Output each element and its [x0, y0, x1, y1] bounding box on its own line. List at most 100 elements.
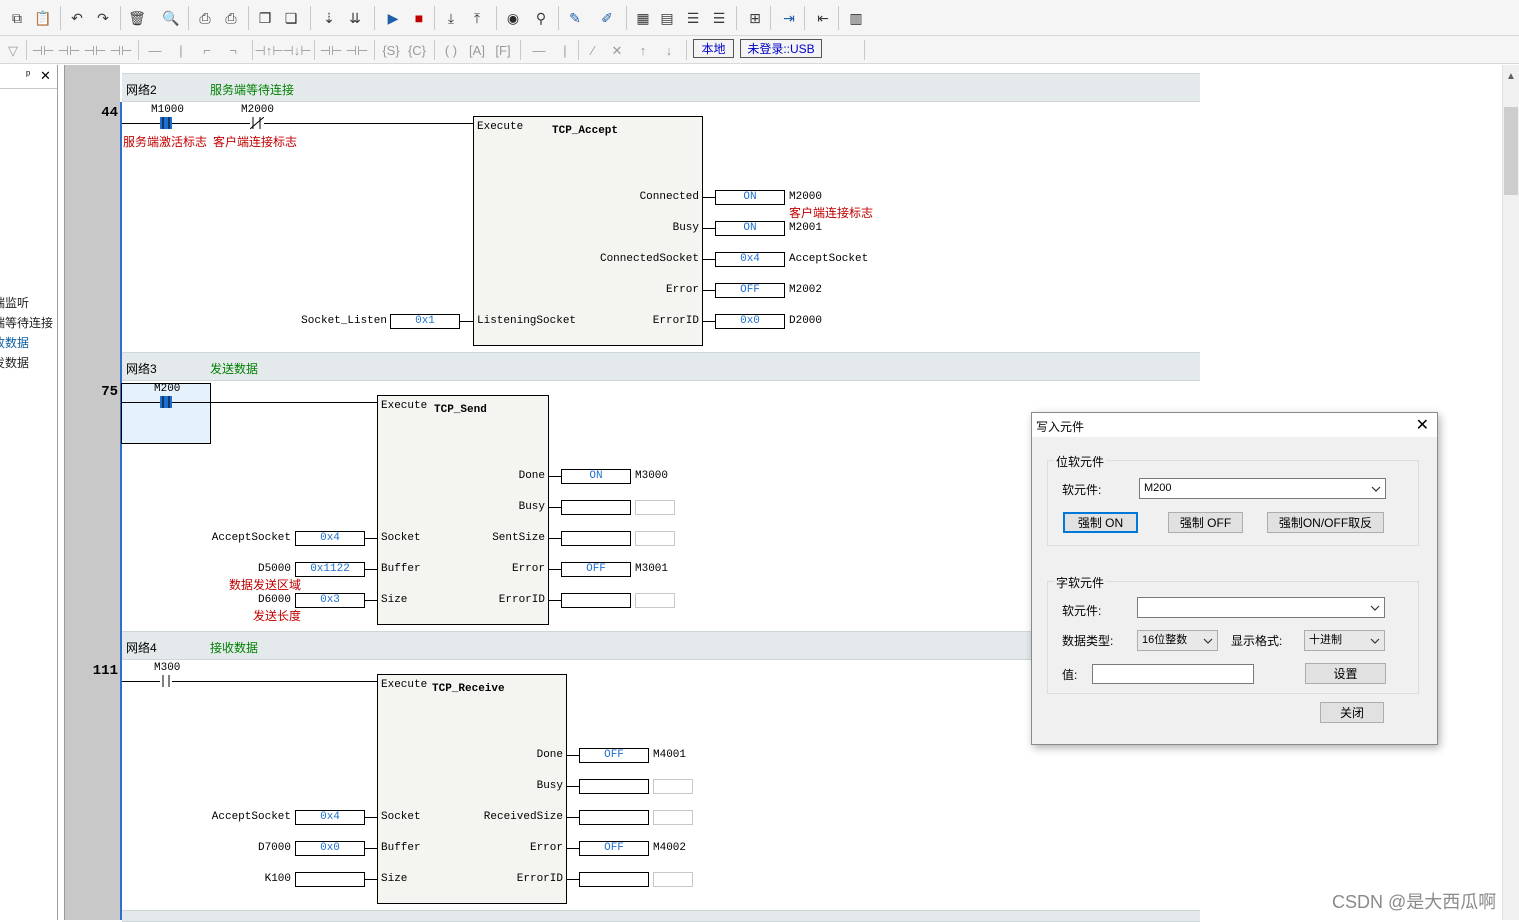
- tree-item-listen[interactable]: 端监听: [0, 294, 29, 311]
- run-icon[interactable]: ▶: [382, 7, 404, 29]
- parallel-nc-icon[interactable]: ⊣⊢: [110, 39, 133, 61]
- force-off-button[interactable]: 强制 OFF: [1168, 512, 1243, 533]
- coil-icon[interactable]: ( ): [440, 39, 462, 61]
- library-icon[interactable]: ▥: [845, 7, 867, 29]
- scroll-thumb[interactable]: [1504, 107, 1518, 195]
- value-box[interactable]: ON: [715, 190, 785, 205]
- value-box[interactable]: 0x0: [295, 841, 365, 856]
- target-box[interactable]: [635, 593, 675, 608]
- target-box[interactable]: [635, 531, 675, 546]
- target-box[interactable]: [653, 779, 693, 794]
- table-icon[interactable]: ▦: [632, 7, 654, 29]
- value-box[interactable]: ON: [715, 221, 785, 236]
- contact-selected[interactable]: [160, 396, 172, 408]
- set-coil-icon[interactable]: {S}: [380, 39, 402, 61]
- vertical-line-icon[interactable]: |: [554, 39, 576, 61]
- value-box[interactable]: [579, 872, 649, 887]
- value-box[interactable]: OFF: [579, 841, 649, 856]
- value-box[interactable]: 0x1: [390, 314, 460, 329]
- value-box[interactable]: OFF: [579, 748, 649, 763]
- undo-icon[interactable]: ↶: [66, 7, 88, 29]
- horizontal-line-icon[interactable]: —: [528, 39, 550, 61]
- stop-icon[interactable]: ■: [408, 7, 430, 29]
- nc-contact-icon[interactable]: ⊣⊢: [58, 39, 81, 61]
- vertical-scrollbar[interactable]: ▲: [1502, 65, 1519, 920]
- value-box[interactable]: ON: [561, 469, 631, 484]
- delete-hline-icon[interactable]: ⁄: [582, 39, 604, 61]
- branch-end-icon[interactable]: ¬: [222, 39, 244, 61]
- chevron-down-icon[interactable]: ▽: [2, 39, 24, 61]
- contact-nc[interactable]: [249, 116, 265, 130]
- connection-status-button[interactable]: 未登录::USB: [740, 39, 822, 58]
- value-box[interactable]: [561, 500, 631, 515]
- window-tile-icon[interactable]: ❏: [280, 7, 302, 29]
- compile-all-icon[interactable]: ⇊: [344, 7, 366, 29]
- pin-icon[interactable]: ᵖ: [26, 69, 30, 81]
- parallel-no-icon[interactable]: ⊣⊢: [84, 39, 107, 61]
- value-box[interactable]: [561, 593, 631, 608]
- network-header[interactable]: 网络3 发送数据: [122, 352, 1200, 381]
- vline-icon[interactable]: |: [170, 39, 192, 61]
- target-box[interactable]: [653, 872, 693, 887]
- parallel-falling-icon[interactable]: ⊣⊢: [346, 39, 369, 61]
- delete-vline-icon[interactable]: ✕: [606, 39, 628, 61]
- download-icon[interactable]: ⤓: [440, 7, 462, 29]
- distribute-icon[interactable]: ☰: [708, 7, 730, 29]
- value-box[interactable]: 0x4: [715, 252, 785, 267]
- close-icon[interactable]: ✕: [40, 68, 51, 84]
- branch-icon[interactable]: ⌐: [196, 39, 218, 61]
- contact-selected[interactable]: [160, 117, 172, 129]
- value-box[interactable]: 0x4: [295, 531, 365, 546]
- value-box[interactable]: [295, 872, 365, 887]
- copy-icon[interactable]: ⧉: [6, 7, 28, 29]
- close-button[interactable]: 关闭: [1320, 702, 1384, 723]
- monitor-icon[interactable]: ◉: [502, 7, 524, 29]
- value-box[interactable]: 0x1122: [295, 562, 365, 577]
- set-button[interactable]: 设置: [1305, 663, 1386, 684]
- network-header[interactable]: 网络2 服务端等待连接: [122, 73, 1200, 102]
- force-on-button[interactable]: 强制 ON: [1063, 512, 1138, 533]
- delete-icon[interactable]: 🗑: [126, 7, 148, 29]
- tree-item-receive[interactable]: 收数据: [0, 334, 29, 351]
- grid-icon[interactable]: ▤: [656, 7, 678, 29]
- network-icon[interactable]: ⊞: [744, 7, 766, 29]
- value-box[interactable]: [579, 779, 649, 794]
- dialog-titlebar[interactable]: 写入元件 ✕: [1032, 413, 1437, 437]
- value-box[interactable]: [561, 531, 631, 546]
- value-box[interactable]: [579, 810, 649, 825]
- no-contact-icon[interactable]: ⊣⊢: [32, 39, 55, 61]
- redo-icon[interactable]: ↷: [92, 7, 114, 29]
- value-box[interactable]: OFF: [561, 562, 631, 577]
- bit-device-select[interactable]: M200: [1139, 478, 1386, 499]
- instruction-icon[interactable]: [A]: [466, 39, 488, 61]
- hline-icon[interactable]: —: [144, 39, 166, 61]
- monitor-edit-icon[interactable]: ⚲: [530, 7, 552, 29]
- arrow-up-icon[interactable]: ↑: [632, 39, 654, 61]
- scroll-up-icon[interactable]: ▲: [1506, 71, 1516, 82]
- falling-edge-icon[interactable]: ⊣↓⊢: [282, 39, 311, 61]
- search-icon[interactable]: 🔍: [160, 7, 182, 29]
- value-box[interactable]: 0x4: [295, 810, 365, 825]
- local-mode-button[interactable]: 本地: [693, 39, 734, 58]
- paste-icon[interactable]: 📋: [32, 7, 54, 29]
- word-device-select[interactable]: [1137, 597, 1385, 618]
- print-preview-icon[interactable]: ⎙: [194, 7, 216, 29]
- value-input[interactable]: [1092, 664, 1254, 684]
- contact-no[interactable]: [160, 675, 172, 687]
- target-box[interactable]: [653, 810, 693, 825]
- print-icon[interactable]: ⎙: [220, 7, 242, 29]
- value-box[interactable]: OFF: [715, 283, 785, 298]
- display-format-select[interactable]: 十进制: [1304, 630, 1385, 651]
- write-device-icon[interactable]: ✎: [564, 7, 586, 29]
- tree-item-accept[interactable]: 端等待连接: [0, 314, 53, 331]
- function-icon[interactable]: [F]: [492, 39, 514, 61]
- force-toggle-button[interactable]: 强制ON/OFF取反: [1267, 512, 1384, 533]
- logout-icon[interactable]: ⇤: [812, 7, 834, 29]
- tree-item-send[interactable]: 发数据: [0, 354, 29, 371]
- close-icon[interactable]: ✕: [1416, 415, 1429, 435]
- parallel-rising-icon[interactable]: ⊣⊢: [320, 39, 343, 61]
- arrow-down-icon[interactable]: ↓: [658, 39, 680, 61]
- window-cascade-icon[interactable]: ❐: [254, 7, 276, 29]
- data-type-select[interactable]: 16位整数: [1137, 630, 1218, 651]
- login-icon[interactable]: ⇥: [778, 7, 800, 29]
